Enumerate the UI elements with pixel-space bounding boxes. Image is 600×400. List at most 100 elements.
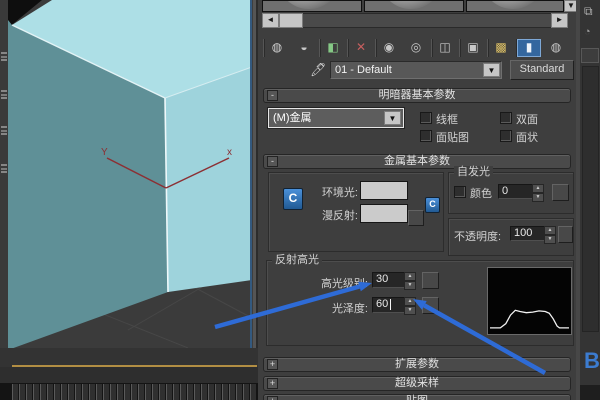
rollout-expand-icon[interactable]: +: [267, 378, 278, 389]
assign-material-to-selection-icon[interactable]: ◧: [320, 39, 345, 57]
material-name-combo[interactable]: 01 - Default ▼: [330, 61, 502, 79]
timeline-tick[interactable]: [215, 384, 221, 400]
two-sided-checkbox[interactable]: [500, 112, 512, 124]
timeline-tick[interactable]: [117, 384, 123, 400]
get-material-icon[interactable]: ◍: [264, 39, 289, 57]
opacity-label: 不透明度:: [454, 231, 502, 243]
timeline-tick[interactable]: [187, 384, 193, 400]
timeline-tick[interactable]: [166, 384, 172, 400]
timeline-tick[interactable]: [236, 384, 242, 400]
rollout-collapse-icon[interactable]: -: [267, 90, 278, 101]
rollout-extended-parameters[interactable]: + 扩展参数: [263, 357, 571, 372]
timeline-tick[interactable]: [68, 384, 74, 400]
timeline-tick[interactable]: [47, 384, 53, 400]
perspective-viewport[interactable]: Y x: [8, 0, 324, 350]
put-material-to-scene-icon[interactable]: ◒: [292, 39, 316, 57]
lock-icon[interactable]: C: [425, 197, 440, 213]
show-end-result-icon[interactable]: ▮: [516, 39, 541, 57]
timeline-tick[interactable]: [54, 384, 60, 400]
timeline-tick[interactable]: [110, 384, 116, 400]
spinner-down-icon[interactable]: ▼: [404, 281, 416, 290]
specular-highlights-title: 反射高光: [272, 254, 322, 266]
timeline-tick[interactable]: [194, 384, 200, 400]
glossiness-map-button[interactable]: [422, 297, 439, 314]
show-shaded-material-in-viewport-icon[interactable]: ▩: [488, 39, 513, 57]
rollout-metal-basic-parameters[interactable]: - 金属基本参数: [263, 154, 571, 169]
box-right-face[interactable]: [165, 67, 252, 292]
self-illumination-value-field[interactable]: 0: [498, 184, 534, 199]
timeline-tick[interactable]: [131, 384, 137, 400]
timeline-tick[interactable]: [250, 384, 256, 400]
glossiness-field[interactable]: 60: [372, 297, 406, 313]
timeline-tick[interactable]: [103, 384, 109, 400]
self-illumination-color-checkbox[interactable]: [454, 186, 466, 198]
ambient-color-swatch[interactable]: [360, 181, 408, 200]
spinner-up-icon[interactable]: ▲: [404, 297, 416, 306]
timeline-tick[interactable]: [243, 384, 249, 400]
material-id-channel-icon[interactable]: ▣: [460, 39, 485, 57]
diffuse-map-button[interactable]: [408, 210, 424, 226]
spinner-down-icon[interactable]: ▼: [532, 193, 544, 202]
spinner-up-icon[interactable]: ▲: [544, 226, 556, 235]
reset-map-material-icon[interactable]: ✕: [348, 39, 373, 57]
timeline-tick[interactable]: [96, 384, 102, 400]
rollout-expand-icon[interactable]: +: [267, 396, 278, 400]
opacity-map-button[interactable]: [558, 226, 573, 243]
timeline-tick[interactable]: [145, 384, 151, 400]
shader-type-dropdown[interactable]: (M)金属 ▼: [268, 108, 404, 128]
timeline-tick[interactable]: [61, 384, 67, 400]
opacity-spinner[interactable]: ▲ ▼: [544, 226, 556, 244]
material-type-button[interactable]: Standard: [510, 60, 574, 80]
material-name-dropdown-button[interactable]: ▼: [483, 63, 500, 77]
glossiness-spinner[interactable]: ▲ ▼: [404, 297, 416, 315]
specular-level-map-button[interactable]: [422, 272, 439, 289]
timeline-tick[interactable]: [159, 384, 165, 400]
rollout-maps[interactable]: + 贴图: [263, 394, 571, 400]
timeline-tick[interactable]: [229, 384, 235, 400]
faceted-checkbox[interactable]: [500, 130, 512, 142]
timeline-tick[interactable]: [19, 384, 25, 400]
timeline-ticks[interactable]: [0, 383, 258, 400]
spinner-down-icon[interactable]: ▼: [544, 235, 556, 244]
timeline-tick[interactable]: [12, 384, 18, 400]
timeline-tick[interactable]: [208, 384, 214, 400]
face-map-checkbox[interactable]: [420, 130, 432, 142]
rollout-collapse-icon[interactable]: -: [267, 156, 278, 167]
specular-level-spinner[interactable]: ▲ ▼: [404, 272, 416, 290]
timeline-tick[interactable]: [222, 384, 228, 400]
put-to-library-icon[interactable]: ◫: [432, 39, 457, 57]
schematic-view-icon[interactable]: ⧉: [584, 4, 593, 19]
timeline-tick[interactable]: [89, 384, 95, 400]
specular-level-field[interactable]: 30: [372, 272, 406, 288]
timeline-tick[interactable]: [201, 384, 207, 400]
timeline-tick[interactable]: [152, 384, 158, 400]
make-material-copy-icon[interactable]: ◉: [376, 39, 401, 57]
rollout-shader-basic-parameters[interactable]: - 明暗器基本参数: [263, 88, 571, 103]
timeline-tick[interactable]: [138, 384, 144, 400]
timeline-tick[interactable]: [26, 384, 32, 400]
timeline-tick[interactable]: [40, 384, 46, 400]
wire-checkbox[interactable]: [420, 112, 432, 124]
spinner-up-icon[interactable]: ▲: [404, 272, 416, 281]
self-illumination-spinner[interactable]: ▲ ▼: [532, 184, 544, 202]
spinner-up-icon[interactable]: ▲: [532, 184, 544, 193]
shader-type-dropdown-button[interactable]: ▼: [384, 111, 401, 125]
timeline-tick[interactable]: [75, 384, 81, 400]
rollout-expand-icon[interactable]: +: [267, 359, 278, 370]
diffuse-color-swatch[interactable]: [360, 204, 408, 223]
side-button[interactable]: [581, 48, 599, 63]
make-unique-icon[interactable]: ◎: [404, 39, 428, 57]
timeline-tick[interactable]: [124, 384, 130, 400]
self-illumination-map-button[interactable]: [552, 184, 569, 201]
opacity-value-field[interactable]: 100: [510, 226, 546, 241]
go-to-parent-icon[interactable]: ◍: [544, 39, 568, 57]
pick-material-eyedropper-icon[interactable]: 🖊: [310, 62, 327, 78]
timeline-tick[interactable]: [33, 384, 39, 400]
options-icon[interactable]: ◔: [584, 26, 591, 38]
text-caret: [390, 299, 391, 310]
spinner-down-icon[interactable]: ▼: [404, 306, 416, 315]
timeline-tick[interactable]: [180, 384, 186, 400]
timeline-tick[interactable]: [173, 384, 179, 400]
timeline-tick[interactable]: [82, 384, 88, 400]
rollout-supersampling[interactable]: + 超级采样: [263, 376, 571, 391]
